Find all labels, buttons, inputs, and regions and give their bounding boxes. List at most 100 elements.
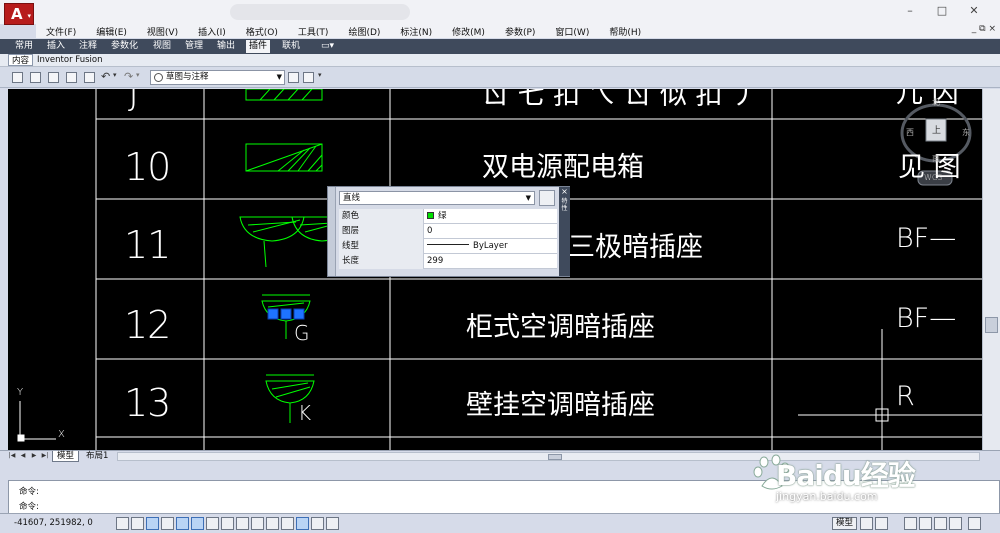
infer-constraints-icon[interactable]: [116, 517, 129, 530]
tab-online[interactable]: 联机: [279, 40, 303, 53]
3d-object-snap-icon[interactable]: [206, 517, 219, 530]
object-snap-tracking-icon[interactable]: [221, 517, 234, 530]
tab-layout1[interactable]: 布局1: [82, 451, 112, 462]
save-to-web-icon[interactable]: [288, 72, 299, 83]
close-icon[interactable]: ×: [559, 187, 570, 196]
model-space-button[interactable]: 模型: [832, 517, 858, 530]
transparency-icon[interactable]: [281, 517, 294, 530]
last-layout-icon[interactable]: ▶|: [41, 452, 49, 461]
chevron-down-icon: ▾: [27, 12, 31, 20]
menu-view[interactable]: 视图(V): [137, 24, 188, 38]
vertical-scroll-thumb[interactable]: [985, 317, 998, 333]
menu-draw[interactable]: 绘图(D): [338, 24, 390, 38]
viewcube-top-face[interactable]: 上: [932, 123, 941, 136]
property-value: 绿: [438, 211, 447, 221]
application-menu-button[interactable]: A ▾: [4, 3, 34, 25]
clean-screen-icon[interactable]: [968, 517, 981, 530]
close-button[interactable]: ✕: [962, 4, 986, 20]
tab-home[interactable]: 常用: [12, 40, 36, 53]
maximize-button[interactable]: □: [930, 4, 954, 20]
viewcube-west[interactable]: 西: [906, 127, 914, 138]
property-row-color[interactable]: 颜色 绿: [339, 209, 557, 224]
tab-output[interactable]: 输出: [214, 40, 238, 53]
prev-layout-icon[interactable]: ◀: [19, 452, 27, 461]
save-icon[interactable]: [48, 72, 59, 83]
open-icon[interactable]: [30, 72, 41, 83]
property-row-layer[interactable]: 图层 0: [339, 224, 557, 239]
workspace-select[interactable]: 草图与注释 ▼: [150, 70, 285, 85]
selection-cycling-icon[interactable]: [311, 517, 324, 530]
menu-edit[interactable]: 编辑(E): [86, 24, 137, 38]
dynamic-ucs-icon[interactable]: [236, 517, 249, 530]
menu-tools[interactable]: 工具(T): [288, 24, 339, 38]
status-bar: -41607, 251982, 0 模型: [0, 513, 1000, 533]
share-icon[interactable]: [303, 72, 314, 83]
lineweight-icon[interactable]: [266, 517, 279, 530]
tab-plugins[interactable]: 插件: [246, 40, 271, 53]
horizontal-scroll-thumb[interactable]: [548, 454, 562, 460]
row-number-j: J: [128, 89, 139, 113]
viewcube-east[interactable]: 东: [962, 127, 970, 138]
isolate-objects-icon[interactable]: [949, 517, 962, 530]
quick-properties-icon[interactable]: [296, 517, 309, 530]
property-row-length[interactable]: 长度 299: [339, 254, 557, 269]
object-type-select[interactable]: 直线 ▼: [339, 191, 535, 205]
vertical-scrollbar[interactable]: [982, 89, 1000, 450]
menu-dimension[interactable]: 标注(N): [390, 24, 442, 38]
tab-manage[interactable]: 管理: [182, 40, 206, 53]
menu-window[interactable]: 窗口(W): [545, 24, 599, 38]
hardware-acceleration-icon[interactable]: [934, 517, 947, 530]
panel-inventor-fusion[interactable]: Inventor Fusion: [34, 54, 105, 66]
menu-format[interactable]: 格式(O): [236, 24, 288, 38]
tab-view[interactable]: 视图: [150, 40, 174, 53]
quick-view-layouts-icon[interactable]: [860, 517, 873, 530]
minimize-button[interactable]: –: [898, 4, 922, 20]
menu-insert[interactable]: 插入(I): [188, 24, 236, 38]
menu-parametric[interactable]: 参数(P): [495, 24, 545, 38]
annotation-monitor-icon[interactable]: [326, 517, 339, 530]
document-window-controls[interactable]: _ ⧉ ×: [972, 24, 996, 34]
redo-icon[interactable]: ↷: [124, 70, 133, 83]
ortho-mode-icon[interactable]: [161, 517, 174, 530]
grid-display-icon[interactable]: [146, 517, 159, 530]
save-as-icon[interactable]: [66, 72, 77, 83]
tab-extra-dropdown[interactable]: ▭▾: [318, 40, 337, 53]
menu-file[interactable]: 文件(F): [36, 24, 86, 38]
snap-mode-icon[interactable]: [131, 517, 144, 530]
tab-annotate[interactable]: 注释: [76, 40, 100, 53]
palette-drag-handle[interactable]: [328, 187, 336, 276]
autocad-logo-icon: A: [11, 5, 23, 23]
property-value: 0: [427, 226, 433, 236]
menu-modify[interactable]: 修改(M): [442, 24, 495, 38]
viewcube-south[interactable]: 南: [932, 153, 940, 164]
window-title-blurred: [230, 4, 410, 20]
toolbar-lock-icon[interactable]: [919, 517, 932, 530]
new-icon[interactable]: [12, 72, 23, 83]
tab-model[interactable]: 模型: [52, 451, 80, 462]
wcs-menu[interactable]: WCS: [924, 173, 943, 182]
panel-content[interactable]: 内容: [8, 54, 34, 66]
redo-dropdown-icon[interactable]: ▾: [136, 71, 140, 79]
object-snap-icon[interactable]: [191, 517, 204, 530]
undo-dropdown-icon[interactable]: ▾: [113, 71, 117, 79]
quick-view-drawings-icon[interactable]: [875, 517, 888, 530]
undo-icon[interactable]: ↶: [101, 70, 110, 83]
command-input-line[interactable]: 命令:: [19, 500, 39, 512]
first-layout-icon[interactable]: |◀: [8, 452, 16, 461]
tab-insert[interactable]: 插入: [44, 40, 68, 53]
customize-qat-icon[interactable]: ▾: [318, 71, 322, 79]
color-swatch: [427, 212, 434, 219]
coordinate-readout[interactable]: -41607, 251982, 0: [14, 518, 93, 528]
property-key: 长度: [339, 254, 424, 269]
next-layout-icon[interactable]: ▶: [30, 452, 38, 461]
menu-help[interactable]: 帮助(H): [599, 24, 651, 38]
property-row-linetype[interactable]: 线型 ByLayer: [339, 239, 557, 254]
viewcube-north[interactable]: 北: [932, 97, 940, 108]
dynamic-input-icon[interactable]: [251, 517, 264, 530]
polar-tracking-icon[interactable]: [176, 517, 189, 530]
customize-properties-button[interactable]: [539, 190, 555, 206]
tab-parametric[interactable]: 参数化: [108, 40, 141, 53]
print-icon[interactable]: [84, 72, 95, 83]
menu-bar: 文件(F) 编辑(E) 视图(V) 插入(I) 格式(O) 工具(T) 绘图(D…: [36, 24, 1000, 38]
workspace-switching-icon[interactable]: [904, 517, 917, 530]
